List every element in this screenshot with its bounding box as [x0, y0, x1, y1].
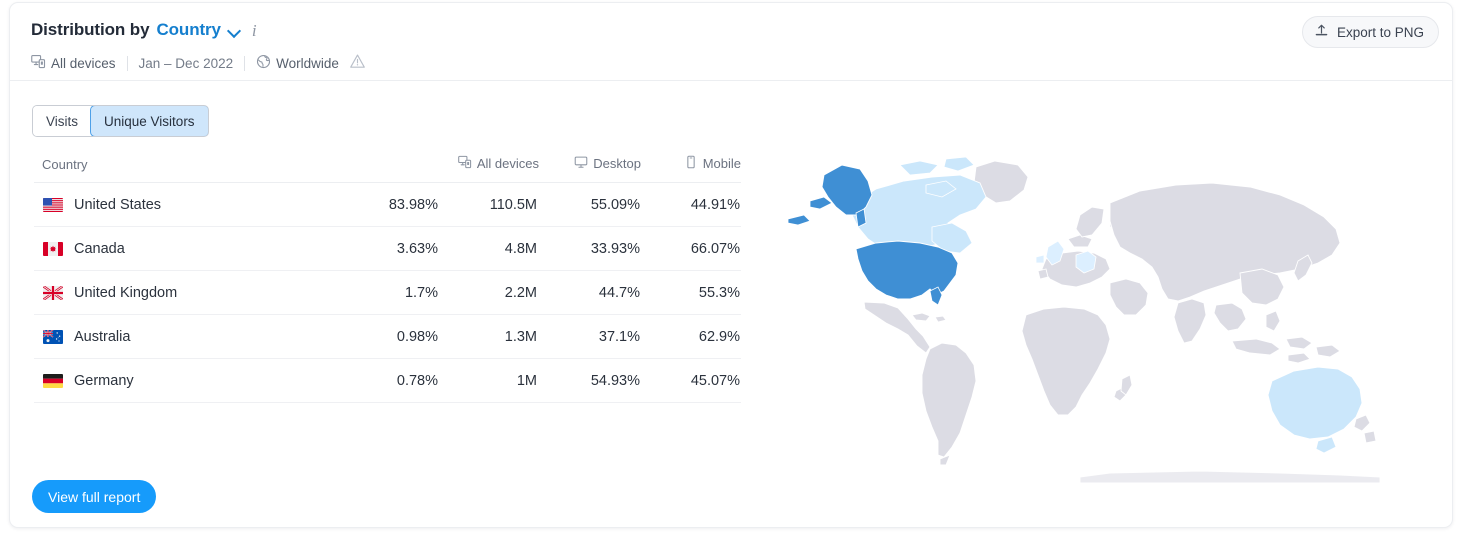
- info-icon[interactable]: i: [252, 22, 257, 39]
- export-to-png-label: Export to PNG: [1336, 24, 1424, 40]
- cell-share: 1.7%: [334, 270, 439, 315]
- all-devices-icon: [31, 54, 46, 72]
- page-title: Distribution by Country i: [31, 20, 257, 40]
- cell-all-devices: 2.2M: [439, 270, 539, 315]
- map-country-germany[interactable]: [1075, 250, 1097, 274]
- toggle-option-visits[interactable]: Visits: [33, 106, 92, 136]
- all-devices-icon: [458, 155, 472, 172]
- world-map-svg: [787, 156, 1381, 483]
- country-name: United States: [74, 196, 162, 213]
- cell-country: Australia: [34, 314, 334, 359]
- map-country-australia[interactable]: [1267, 366, 1363, 454]
- country-name: United Kingdom: [74, 284, 178, 301]
- flag-icon-ca: [43, 241, 63, 256]
- column-header-share: [334, 155, 439, 183]
- distribution-card: Distribution by Country i All devices Ja…: [9, 2, 1453, 528]
- cell-desktop: 33.93%: [539, 226, 641, 271]
- metric-toggle[interactable]: Visits Unique Visitors: [32, 105, 209, 137]
- meta-location-label: Worldwide: [276, 55, 339, 71]
- cell-all-devices: 4.8M: [439, 226, 539, 271]
- flag-icon-gb: [43, 285, 63, 300]
- desktop-icon: [574, 155, 588, 172]
- cell-all-devices: 1.3M: [439, 314, 539, 359]
- column-header-mobile[interactable]: Mobile: [641, 155, 741, 183]
- column-header-country-label: Country: [42, 157, 88, 172]
- cell-mobile: 55.3%: [641, 270, 741, 315]
- cell-mobile: 44.91%: [641, 182, 741, 227]
- warning-triangle-icon[interactable]: [349, 53, 366, 73]
- title-prefix: Distribution by: [31, 20, 150, 39]
- cell-country: Germany: [34, 358, 334, 403]
- meta-divider-2: [244, 55, 246, 71]
- table-row[interactable]: Australia 0.98% 1.3M 37.1% 62.9%: [34, 314, 741, 359]
- chevron-down-icon[interactable]: [228, 24, 241, 37]
- cell-mobile: 45.07%: [641, 358, 741, 403]
- meta-date-range: Jan – Dec 2022: [138, 55, 234, 71]
- table-header-row: Country All devices Desktop Mobile: [34, 155, 741, 183]
- column-header-desktop[interactable]: Desktop: [539, 155, 641, 183]
- meta-devices-label: All devices: [51, 55, 116, 71]
- cell-mobile: 66.07%: [641, 226, 741, 271]
- column-header-all-devices-label: All devices: [476, 156, 539, 171]
- upload-icon: [1314, 23, 1329, 41]
- cell-desktop: 44.7%: [539, 270, 641, 315]
- column-header-mobile-label: Mobile: [702, 156, 741, 171]
- cell-country: Canada: [34, 226, 334, 271]
- cell-all-devices: 1M: [439, 358, 539, 403]
- column-header-all-devices[interactable]: All devices: [439, 155, 539, 183]
- country-name: Australia: [74, 328, 131, 345]
- cell-share: 0.98%: [334, 314, 439, 359]
- export-to-png-button[interactable]: Export to PNG: [1301, 16, 1439, 48]
- mobile-icon: [684, 155, 698, 172]
- cell-desktop: 37.1%: [539, 314, 641, 359]
- meta-divider-1: [126, 55, 128, 71]
- globe-icon: [256, 54, 271, 72]
- country-name: Germany: [74, 372, 134, 389]
- map-country-canada[interactable]: [851, 156, 987, 254]
- cell-share: 3.63%: [334, 226, 439, 271]
- meta-devices: All devices: [31, 54, 116, 72]
- column-header-desktop-label: Desktop: [593, 156, 641, 171]
- cell-mobile: 62.9%: [641, 314, 741, 359]
- cell-country: United Kingdom: [34, 270, 334, 315]
- toggle-option-unique-visitors[interactable]: Unique Visitors: [90, 106, 208, 136]
- report-meta: All devices Jan – Dec 2022 Worldwide: [31, 53, 366, 73]
- table-row[interactable]: Canada 3.63% 4.8M 33.93% 66.07%: [34, 226, 741, 271]
- view-full-report-button[interactable]: View full report: [32, 480, 157, 513]
- meta-location: Worldwide: [256, 54, 339, 72]
- cell-country: United States: [34, 182, 334, 227]
- cell-share: 83.98%: [334, 182, 439, 227]
- card-header: Distribution by Country i All devices Ja…: [10, 3, 1452, 81]
- map-country-united-kingdom[interactable]: [1035, 240, 1065, 266]
- table-row[interactable]: United Kingdom 1.7% 2.2M 44.7% 55.3%: [34, 270, 741, 315]
- cell-desktop: 55.09%: [539, 182, 641, 227]
- flag-icon-de: [43, 373, 63, 388]
- cell-desktop: 54.93%: [539, 358, 641, 403]
- cell-share: 0.78%: [334, 358, 439, 403]
- flag-icon-us: [43, 197, 63, 212]
- world-map[interactable]: [780, 143, 1400, 483]
- table-row[interactable]: Germany 0.78% 1M 54.93% 45.07%: [34, 358, 741, 403]
- flag-icon-au: [43, 329, 63, 344]
- dimension-selector-label[interactable]: Country: [156, 20, 221, 40]
- table-row[interactable]: United States 83.98% 110.5M 55.09% 44.91…: [34, 182, 741, 227]
- cell-all-devices: 110.5M: [439, 182, 539, 227]
- column-header-country[interactable]: Country: [34, 155, 334, 183]
- country-name: Canada: [74, 240, 125, 257]
- country-distribution-table: Country All devices Desktop Mobile Unite…: [34, 155, 741, 403]
